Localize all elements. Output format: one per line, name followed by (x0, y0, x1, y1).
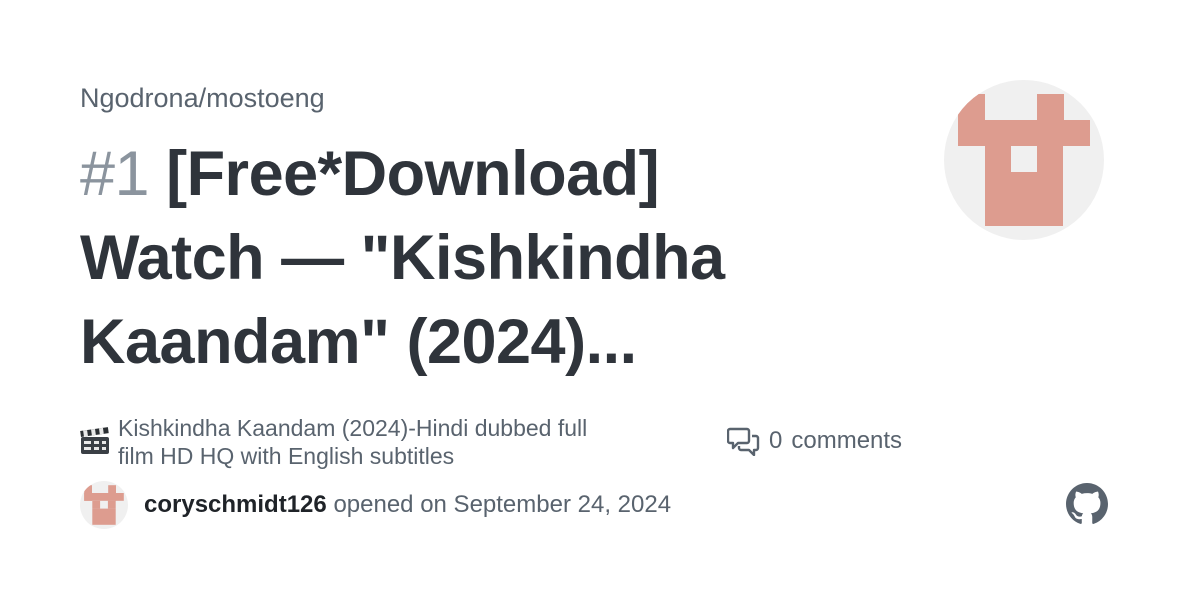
comments-label: comments (791, 427, 903, 454)
repo-name[interactable]: Ngodrona/mostoeng (80, 80, 325, 116)
opened-date-text: opened on September 24, 2024 (333, 491, 672, 518)
issue-opened-line: coryschmidt126 opened on September 24, 2… (144, 487, 671, 523)
issue-description-line1: Kishkindha Kaandam (2024)-Hindi dubbed f… (118, 415, 588, 441)
issue-title-line3: Kaandam" (2024)... (80, 307, 637, 377)
author-avatar-large (944, 80, 1104, 240)
comments-number: 0 (769, 427, 783, 454)
issue-title: #1 [Free*Downlοad] Watch — "Kishkindha K… (80, 132, 880, 384)
identicon-avatar (958, 94, 1090, 226)
identicon-avatar-small (84, 485, 124, 525)
social-preview-card: Ngodrona/mostoeng #1 [Free*Downlοad] Wat… (0, 0, 1200, 600)
author-name[interactable]: coryschmidt126 (144, 491, 327, 518)
issue-title-line2: Watch — "Kishkindha (80, 223, 725, 293)
comment-discussion-icon (727, 427, 760, 456)
clapper-board-icon (80, 427, 109, 454)
issue-description: Kishkindha Kaandam (2024)-Hindi dubbed f… (118, 414, 678, 470)
github-mark-icon (1066, 483, 1108, 524)
issue-description-line2: film HD HQ with English subtitles (118, 443, 455, 469)
issue-title-line1: [Free*Downlοad] (166, 139, 660, 209)
comments-count[interactable]: 0 comments (727, 424, 902, 458)
issue-number: #1 (80, 139, 150, 209)
author-avatar-small[interactable] (80, 481, 128, 529)
